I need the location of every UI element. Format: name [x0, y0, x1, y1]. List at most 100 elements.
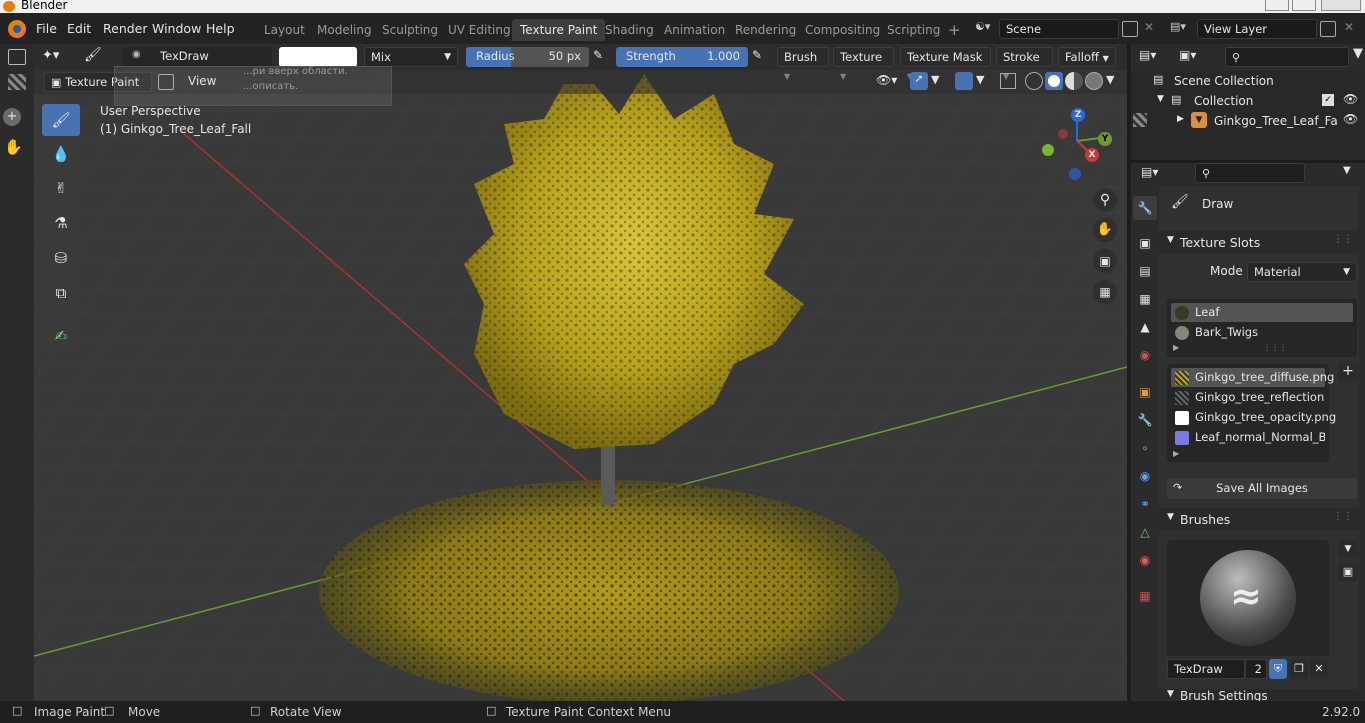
duplicate-brush-icon[interactable]: ❐	[1290, 659, 1308, 679]
expand-arrow-icon[interactable]: ▶	[1173, 449, 1179, 458]
radius-slider[interactable]: Radius 50 px	[466, 47, 589, 67]
delete-view-layer-icon[interactable]: ✕	[1344, 20, 1354, 34]
visibility-icon[interactable]: 👁▾	[876, 73, 897, 87]
physics-tab[interactable]: ◉	[1133, 464, 1157, 488]
texture-mask-menu[interactable]: Texture Mask ▼	[900, 47, 991, 81]
texture-tab[interactable]: ▦	[1133, 584, 1157, 608]
menu-window[interactable]: Window	[152, 21, 201, 36]
unlink-brush-icon[interactable]: ✕	[1310, 659, 1328, 679]
texture-slots-header[interactable]: ▼ Texture Slots ⋮⋮	[1159, 231, 1359, 253]
scene-tab[interactable]: ▲	[1133, 315, 1157, 339]
filter-icon[interactable]: ▼	[1353, 46, 1363, 61]
image-item-reflection[interactable]: Ginkgo_tree_reflection....	[1171, 388, 1325, 407]
resize-handle-icon[interactable]: ⋮⋮⋮	[1263, 343, 1287, 352]
image-item-diffuse[interactable]: Ginkgo_tree_diffuse.png	[1171, 368, 1334, 387]
gizmo-toggle-icon[interactable]: ➚	[910, 72, 928, 90]
add-workspace-button[interactable]: +	[940, 19, 969, 41]
stroke-menu[interactable]: Stroke ▼	[996, 47, 1053, 81]
eye-icon[interactable]: 👁	[1343, 112, 1358, 126]
smear-tool-button[interactable]: ✌	[42, 172, 80, 204]
add-image-button[interactable]: +	[1338, 363, 1358, 381]
brush-selector[interactable]: ◉ TexDraw	[122, 47, 272, 67]
navigation-gizmo[interactable]: Z Y X	[1034, 106, 1114, 186]
world-tab[interactable]: ◉	[1133, 343, 1157, 367]
menu-file[interactable]: File	[36, 21, 57, 36]
blender-menu-icon[interactable]	[8, 20, 26, 38]
expand-arrow-icon[interactable]: ▼	[1157, 94, 1164, 104]
new-view-layer-icon[interactable]	[1320, 21, 1336, 37]
gizmo-dropdown-icon[interactable]: ▼	[931, 73, 939, 86]
strength-slider[interactable]: Strength 1.000	[616, 47, 748, 67]
view-layer-field[interactable]: View Layer	[1197, 19, 1317, 39]
menu-edit[interactable]: Edit	[67, 21, 91, 36]
zoom-icon[interactable]: ⚲	[1093, 188, 1117, 212]
gizmo-z-axis[interactable]: Z	[1071, 108, 1085, 122]
drag-handle-icon[interactable]: ⋮⋮	[1333, 234, 1353, 245]
image-item-normal[interactable]: Leaf_normal_Normal_B...	[1171, 428, 1325, 447]
render-tab[interactable]: ▣	[1133, 231, 1157, 255]
outliner-editor-icon[interactable]: ▤▾	[1139, 48, 1156, 62]
constraints-tab[interactable]: ⚭	[1133, 492, 1157, 516]
ortho-grid-icon[interactable]: ▦	[1093, 280, 1117, 304]
maximize-button[interactable]	[1292, 0, 1316, 11]
brush-name-field[interactable]: TexDraw	[1167, 659, 1245, 679]
falloff-menu[interactable]: Falloff ▼	[1058, 47, 1116, 67]
collection-label[interactable]: Collection	[1194, 94, 1253, 108]
clone-tool-button[interactable]: ⚗	[42, 207, 80, 239]
tab-compositing[interactable]: Compositing	[797, 19, 888, 41]
expand-arrow-icon[interactable]: ▶	[1173, 343, 1179, 352]
gizmo-y-axis[interactable]: Y	[1098, 132, 1112, 146]
mask-tool-button[interactable]: ⧉	[42, 277, 80, 309]
object-label[interactable]: Ginkgo_Tree_Leaf_Fa	[1214, 114, 1338, 128]
menu-help[interactable]: Help	[206, 21, 235, 36]
fake-user-shield-icon[interactable]: ⛨	[1269, 659, 1287, 679]
tab-layout[interactable]: Layout	[256, 19, 313, 41]
editor-type-icon[interactable]	[8, 49, 26, 65]
tab-scripting[interactable]: Scripting	[879, 19, 948, 41]
3d-viewport[interactable]: User Perspective (1) Ginkgo_Tree_Leaf_Fa…	[34, 44, 1127, 701]
camera-icon[interactable]: ▣	[1093, 249, 1117, 273]
draw-tool-button[interactable]: 🖌	[42, 104, 80, 136]
menu-render[interactable]: Render	[103, 21, 148, 36]
rendered-shading-icon[interactable]	[1085, 72, 1103, 90]
material-item-leaf[interactable]: Leaf	[1171, 303, 1353, 322]
tab-rendering[interactable]: Rendering	[727, 19, 804, 41]
view-layer-icon[interactable]: ▤▾	[1170, 20, 1192, 38]
scene-collection-label[interactable]: Scene Collection	[1174, 74, 1274, 88]
brushes-header[interactable]: ▼ Brushes ⋮⋮	[1159, 508, 1359, 530]
image-editor-icon[interactable]	[8, 74, 26, 90]
tab-animation[interactable]: Animation	[656, 19, 733, 41]
outliner-search-input[interactable]: ⚲	[1225, 47, 1349, 67]
image-item-opacity[interactable]: Ginkgo_tree_opacity.png	[1171, 408, 1336, 427]
soften-tool-button[interactable]: 💧	[42, 138, 80, 170]
properties-search-input[interactable]: ⚲	[1195, 163, 1305, 183]
close-button[interactable]	[1321, 0, 1361, 11]
scene-field[interactable]: Scene	[999, 19, 1119, 39]
mode-dropdown[interactable]: Material ▼	[1247, 262, 1357, 282]
tab-modeling[interactable]: Modeling	[309, 19, 380, 41]
minimize-button[interactable]	[1265, 0, 1289, 11]
material-item-bark[interactable]: Bark_Twigs	[1171, 323, 1353, 342]
brush-menu[interactable]: Brush ▼	[777, 47, 829, 81]
tab-uv-editing[interactable]: UV Editing	[440, 19, 519, 41]
strength-pressure-icon[interactable]: ✎	[752, 48, 762, 62]
tool-properties-tab[interactable]: 🔧	[1133, 196, 1157, 220]
blend-mode-dropdown[interactable]: Mix ▼	[364, 47, 458, 67]
material-tab[interactable]: ◉	[1133, 548, 1157, 572]
hand-icon[interactable]: ✋	[4, 138, 23, 156]
texture-menu[interactable]: Texture ▼	[833, 47, 894, 81]
modifier-tab[interactable]: 🔧	[1133, 408, 1157, 432]
overlay-dropdown-icon[interactable]: ▼	[976, 73, 984, 86]
brush-preview[interactable]: ≈	[1167, 540, 1329, 656]
view-layer-tab[interactable]: ▦	[1133, 287, 1157, 311]
add-icon[interactable]: +	[3, 108, 21, 126]
object-tab[interactable]: ▣	[1133, 380, 1157, 404]
delete-scene-icon[interactable]: ✕	[1144, 20, 1154, 34]
checkbox-icon[interactable]: ✓	[1322, 94, 1334, 106]
drag-handle-icon[interactable]: ⋮⋮	[1333, 511, 1353, 522]
shading-dropdown-icon[interactable]: ▼	[1106, 73, 1114, 86]
properties-editor-icon[interactable]: ▤▾	[1141, 165, 1158, 179]
pan-hand-icon[interactable]: ✋	[1093, 218, 1117, 242]
wireframe-shading-icon[interactable]	[1025, 72, 1043, 90]
particles-tab[interactable]: ∘	[1133, 436, 1157, 460]
